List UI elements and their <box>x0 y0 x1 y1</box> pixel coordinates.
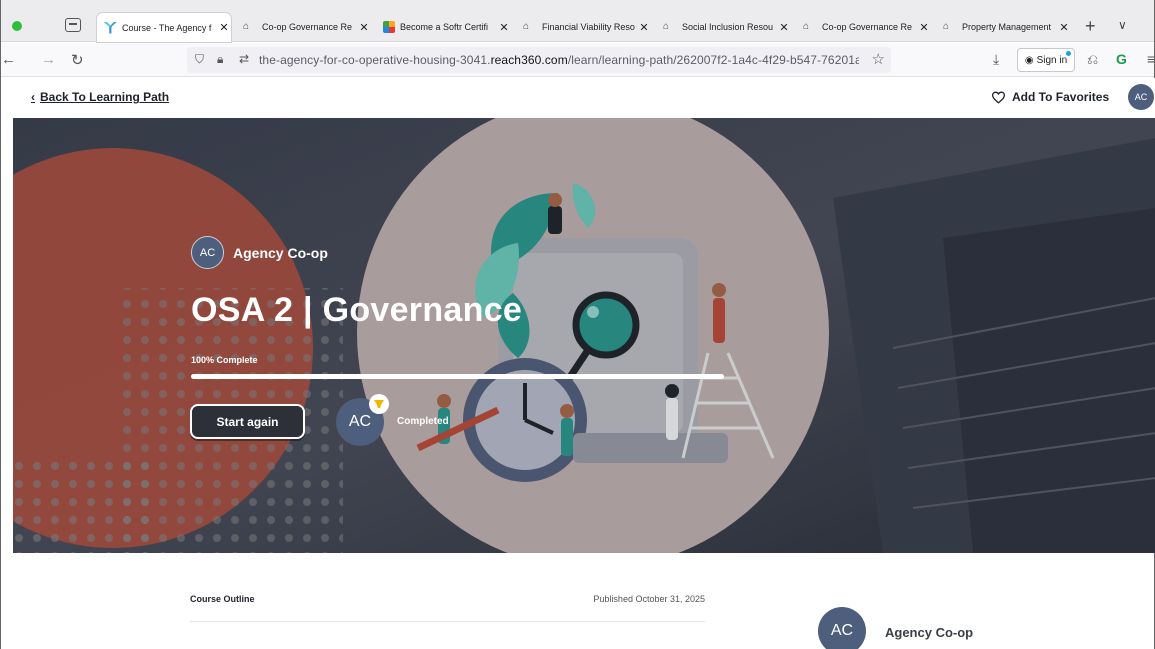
published-date: Published October 31, 2025 <box>593 594 705 604</box>
shield-icon[interactable]: ⛉ <box>195 52 204 67</box>
close-icon[interactable]: ✕ <box>1057 21 1071 34</box>
organization-name: Agency Co-op <box>233 244 328 261</box>
sign-in-label: Sign in <box>1036 54 1068 66</box>
back-to-learning-path-link[interactable]: ‹ Back To Learning Path <box>31 90 169 104</box>
coop-favicon-icon: ⌂ <box>523 21 530 32</box>
tab-title: Social Inclusion Resou <box>682 22 774 32</box>
permissions-icon[interactable]: ⇄ <box>239 52 249 66</box>
chevron-left-icon: ‹ <box>31 90 35 104</box>
reload-icon[interactable]: ↻ <box>71 51 84 69</box>
course-favicon-icon <box>103 21 117 34</box>
hero-content: AC Agency Co-op OSA 2 | Governance 100% … <box>13 118 1155 553</box>
tab-title: Co-op Governance Re <box>822 22 913 32</box>
close-icon[interactable]: ✕ <box>777 21 791 34</box>
author-avatar: AC <box>818 607 866 649</box>
tab-softr[interactable]: Become a Softr Certifi ✕ <box>377 14 511 40</box>
softr-favicon-icon <box>383 21 395 33</box>
trophy-icon <box>374 400 384 408</box>
notification-dot <box>1066 51 1071 56</box>
close-icon[interactable]: ✕ <box>357 21 371 34</box>
heart-icon <box>991 91 1006 104</box>
site-header: ‹ Back To Learning Path Add To Favorites… <box>13 78 1155 118</box>
chevron-down-icon[interactable]: ∨ <box>1118 18 1127 32</box>
favorites-label: Add To Favorites <box>1012 90 1110 104</box>
account-icon: ◉ <box>1024 54 1034 66</box>
organization-avatar: AC <box>191 236 224 269</box>
forward-arrow-icon[interactable]: → <box>41 51 56 68</box>
close-icon[interactable]: ✕ <box>497 21 511 34</box>
course-title: OSA 2 | Governance <box>191 291 523 329</box>
tab-title: Co-op Governance Re <box>262 22 353 32</box>
add-to-favorites-button[interactable]: Add To Favorites <box>991 90 1109 104</box>
back-link-label: Back To Learning Path <box>40 90 170 104</box>
url-text[interactable]: the-agency-for-co-operative-housing-3041… <box>259 53 859 67</box>
outline-divider <box>190 621 705 622</box>
tab-property-management[interactable]: ⌂ Property Management ✕ <box>937 14 1071 40</box>
tab-coop-governance[interactable]: ⌂ Co-op Governance Re ✕ <box>237 14 371 40</box>
progress-bar <box>191 374 724 379</box>
tab-title: Become a Softr Certifi <box>400 22 489 32</box>
tab-title: Financial Viability Reso <box>542 22 635 32</box>
close-icon[interactable]: ✕ <box>917 21 931 34</box>
tab-title: Property Management <box>962 22 1052 32</box>
navigation-bar: ← → ↻ ⛉ 🔒︎ ⇄ the-agency-for-co-operative… <box>1 43 1155 77</box>
download-icon[interactable]: ⤓ <box>993 51 999 68</box>
grammarly-icon[interactable]: G <box>1116 51 1127 67</box>
start-again-button[interactable]: Start again <box>190 404 305 439</box>
close-icon[interactable]: ✕ <box>217 21 231 34</box>
user-avatar[interactable]: AC <box>1128 84 1154 110</box>
lock-icon[interactable]: 🔒︎ <box>217 52 223 67</box>
completion-status: Completed <box>397 416 449 427</box>
trophy-badge <box>369 394 389 414</box>
progress-bar-fill <box>191 374 724 379</box>
coop-favicon-icon: ⌂ <box>243 21 250 32</box>
close-icon[interactable]: ✕ <box>637 21 651 34</box>
browser-window: Course - The Agency f ✕ ⌂ Co-op Governan… <box>0 0 1155 649</box>
tab-financial-viability[interactable]: ⌂ Financial Viability Reso ✕ <box>517 14 651 40</box>
back-arrow-icon[interactable]: ← <box>1 51 16 68</box>
tab-social-inclusion[interactable]: ⌂ Social Inclusion Resou ✕ <box>657 14 791 40</box>
author-name: Agency Co-op <box>885 625 974 640</box>
course-organization: AC Agency Co-op <box>191 236 328 269</box>
menu-icon[interactable]: ≡ <box>1147 51 1155 67</box>
tab-strip: Course - The Agency f ✕ ⌂ Co-op Governan… <box>1 0 1154 42</box>
bookmark-star-icon[interactable]: ☆ <box>872 50 885 68</box>
tab-coop-governance-2[interactable]: ⌂ Co-op Governance Re ✕ <box>797 14 931 40</box>
course-outline-heading: Course Outline <box>190 594 255 604</box>
progress-label: 100% Complete <box>191 355 258 365</box>
tab-title: Course - The Agency f <box>122 22 212 33</box>
extensions-icon[interactable]: ⎌ <box>1087 51 1098 68</box>
tab-course[interactable]: Course - The Agency f ✕ <box>97 13 231 42</box>
coop-favicon-icon: ⌂ <box>663 21 670 32</box>
coop-favicon-icon: ⌂ <box>943 21 950 32</box>
window-indicator-dot <box>12 21 22 31</box>
coop-favicon-icon: ⌂ <box>803 21 810 32</box>
new-tab-button[interactable]: + <box>1085 16 1096 37</box>
course-hero: AC Agency Co-op OSA 2 | Governance 100% … <box>13 118 1155 553</box>
tab-list-icon[interactable] <box>65 18 81 32</box>
address-bar[interactable]: ⛉ 🔒︎ ⇄ the-agency-for-co-operative-housi… <box>187 47 891 73</box>
sign-in-button[interactable]: ◉ Sign in <box>1017 48 1075 72</box>
